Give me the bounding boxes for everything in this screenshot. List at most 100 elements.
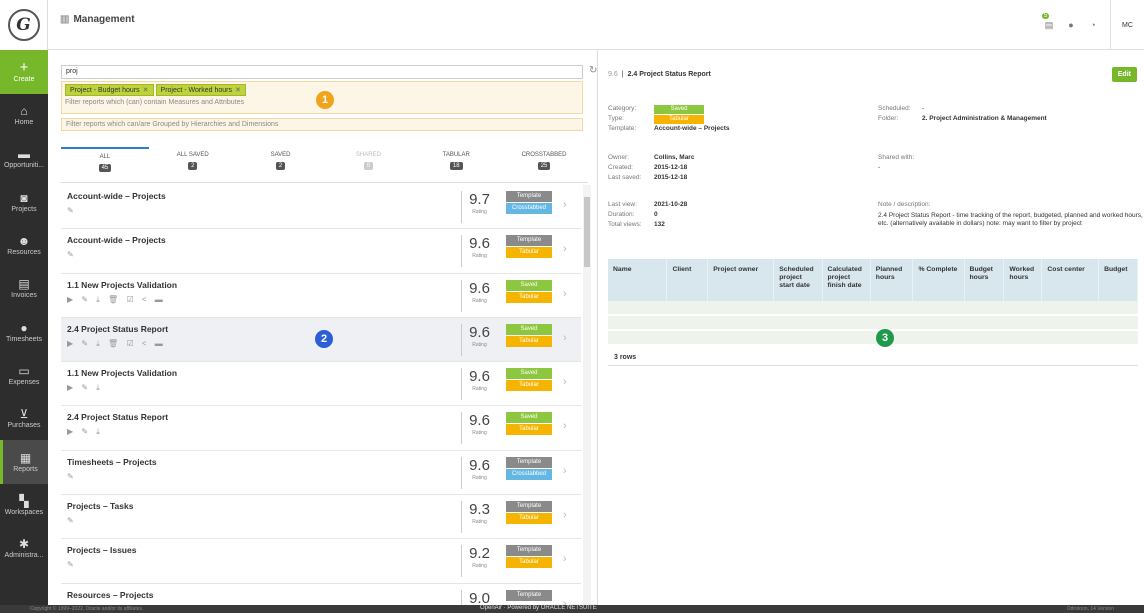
tab-crosstabbed[interactable]: CROSSTABBED 25 <box>500 147 588 182</box>
report-actions[interactable]: ▶ ✎ ⤓ <box>67 427 103 437</box>
report-name[interactable]: Resources – Projects <box>67 590 153 600</box>
report-name[interactable]: Projects – Issues <box>67 545 136 555</box>
chevron-right-icon[interactable]: › <box>563 199 567 211</box>
grouped-filter[interactable]: Filter reports which can/are Grouped by … <box>61 118 583 131</box>
report-actions[interactable]: ✎ <box>67 516 77 525</box>
footer-copyright: Copyright © 1999–2022, Oracle and/or its… <box>30 606 144 612</box>
rating: 9.6 Rating <box>461 412 497 445</box>
rating-value: 9.6 <box>469 368 490 386</box>
nav-item-timesheets[interactable]: ● Timesheets <box>0 310 48 353</box>
chevron-right-icon[interactable]: › <box>563 509 567 521</box>
grid-column-header[interactable]: Name <box>608 259 668 301</box>
footer-version: Odrotoon, 14 Version <box>1066 606 1114 612</box>
report-name[interactable]: 1.1 New Projects Validation <box>67 280 177 290</box>
report-actions[interactable]: ▶ ✎ ⤓ <box>67 383 103 393</box>
nav-icon: ◙ <box>20 190 28 205</box>
grid-column-header[interactable]: Client <box>667 259 709 301</box>
report-row[interactable]: Projects – Issues ✎ 9.2 Rating Template Tabul… <box>61 539 581 584</box>
report-type-tag: Tabular <box>506 380 552 392</box>
tab-tabular[interactable]: TABULAR 18 <box>412 147 500 182</box>
report-name[interactable]: 2.4 Project Status Report <box>67 412 168 422</box>
filter-chip[interactable]: Project - Budget hours ✕ <box>65 84 154 96</box>
chevron-right-icon[interactable]: › <box>563 376 567 388</box>
grid-column-header[interactable]: Cost center <box>1042 259 1100 301</box>
avatar[interactable]: MC <box>1110 0 1144 50</box>
grid-column-header[interactable]: % Complete <box>913 259 965 301</box>
rating-label: Rating <box>472 297 487 304</box>
nav-item-create[interactable]: + Create <box>0 50 48 94</box>
report-actions[interactable]: ✎ <box>67 472 77 481</box>
tab-all-saved[interactable]: ALL SAVED 2 <box>149 147 237 182</box>
nav-item-reports[interactable]: ▦ Reports <box>0 440 48 484</box>
nav-item-home[interactable]: ⌂ Home <box>0 94 48 137</box>
remove-chip-icon[interactable]: ✕ <box>143 87 149 94</box>
tab-shared[interactable]: SHARED 0 <box>324 147 412 182</box>
report-name[interactable]: 2.4 Project Status Report <box>67 324 168 334</box>
chevron-right-icon[interactable]: › <box>563 598 567 605</box>
scrollbar-thumb[interactable] <box>584 197 590 267</box>
report-actions[interactable]: ▶ ✎ ⤓ 🗑 ☑ < ▬ <box>67 339 166 349</box>
lightbulb-icon[interactable]: ● <box>1060 20 1082 30</box>
report-row[interactable]: Resources – Projects 9.0Rating Template › <box>61 583 581 605</box>
nav-item-expenses[interactable]: ▭ Expenses <box>0 354 48 397</box>
filter-chip[interactable]: Project - Worked hours ✕ <box>155 84 246 96</box>
remove-chip-icon[interactable]: ✕ <box>235 87 241 94</box>
nav-item-projects[interactable]: ◙ Projects <box>0 181 48 224</box>
nav-item-purchases[interactable]: ⊻ Purchases <box>0 397 48 440</box>
nav-item-resources[interactable]: ☻ Resources <box>0 224 48 267</box>
chevron-right-icon[interactable]: › <box>563 465 567 477</box>
report-actions[interactable]: ✎ <box>67 250 77 259</box>
report-row[interactable]: Timesheets – Projects ✎ 9.6 Rating Template C… <box>61 450 581 496</box>
report-icon: ▥ <box>60 14 70 25</box>
report-row[interactable]: 1.1 New Projects Validation ▶ ✎ ⤓ 🗑 ☑ < ▬… <box>61 273 581 318</box>
nav-item-workspaces[interactable]: ▚ Workspaces <box>0 484 48 527</box>
callout-3: 3 <box>876 329 894 347</box>
report-row[interactable]: 2.4 Project Status Report ▶ ✎ ⤓ 9.6 Rating S… <box>61 406 581 451</box>
grid-column-header[interactable]: Calculated project finish date <box>823 259 871 301</box>
grid-column-header[interactable]: Worked hours <box>1004 259 1043 301</box>
report-name[interactable]: Timesheets – Projects <box>67 457 157 467</box>
page-title: ▥ Management <box>60 14 135 25</box>
grid-column-header[interactable]: Planned hours <box>871 259 914 301</box>
refresh-icon[interactable]: ↻ <box>589 65 597 76</box>
report-name[interactable]: Account-wide – Projects <box>67 191 166 201</box>
report-detail-panel: 9.6 | 2.4 Project Status Report Edit Categ… <box>599 50 1144 605</box>
nav-item-administra[interactable]: ✱ Administra... <box>0 527 48 570</box>
grid-column-header[interactable]: Budget hours <box>965 259 1005 301</box>
report-actions[interactable]: ✎ <box>67 560 77 569</box>
timer-icon[interactable]: ◔ <box>1082 20 1104 30</box>
chevron-right-icon[interactable]: › <box>563 243 567 255</box>
edit-button[interactable]: Edit <box>1111 67 1137 82</box>
meta-block-5: Last view: 2021-10-28 Duration: 0 Total vi… <box>608 200 687 230</box>
nav-item-opportuniti[interactable]: ▬ Opportuniti... <box>0 137 48 180</box>
report-name[interactable]: Account-wide – Projects <box>67 235 166 245</box>
report-row[interactable]: Account-wide – Projects ✎ 9.6 Rating Templat… <box>61 229 581 274</box>
search-input[interactable]: proj <box>61 65 583 79</box>
nav-label: Home <box>14 119 34 127</box>
report-row[interactable]: 1.1 New Projects Validation ▶ ✎ ⤓ 9.6 Ratin… <box>61 362 581 407</box>
logo[interactable]: G <box>0 0 48 50</box>
report-actions[interactable]: ✎ <box>67 206 77 215</box>
chevron-right-icon[interactable]: › <box>563 420 567 432</box>
logo-mark: G <box>7 9 40 41</box>
report-list-panel: proj ↻ Project - Budget hours ✕ Project - … <box>48 50 598 605</box>
rating-label: Rating <box>472 209 487 215</box>
nav-item-invoices[interactable]: ▤ Invoices <box>0 267 48 310</box>
nav-icon: ● <box>20 320 28 335</box>
tab-label: TABULAR <box>442 152 470 158</box>
tab-all[interactable]: ALL 45 <box>61 147 149 182</box>
scrollbar[interactable] <box>583 185 591 605</box>
chevron-right-icon[interactable]: › <box>563 332 567 344</box>
report-name[interactable]: Projects – Tasks <box>67 501 133 511</box>
report-row[interactable]: Account-wide – Projects ✎ 9.7 Rating Templat… <box>61 185 581 230</box>
report-name[interactable]: 1.1 New Projects Validation <box>67 368 177 378</box>
tab-saved[interactable]: SAVED 2 <box>237 147 325 182</box>
report-row[interactable]: Projects – Tasks ✎ 9.3 Rating Template Tabula… <box>61 495 581 540</box>
chevron-right-icon[interactable]: › <box>563 553 567 565</box>
notifications-icon[interactable]: ▤ 5 <box>1038 12 1060 31</box>
grid-column-header[interactable]: Scheduled project start date <box>774 259 823 301</box>
report-actions[interactable]: ▶ ✎ ⤓ 🗑 ☑ < ▬ <box>67 295 166 305</box>
chevron-right-icon[interactable]: › <box>563 288 567 300</box>
grid-column-header[interactable]: Project owner <box>708 259 775 301</box>
grid-column-header[interactable]: Budget <box>1099 259 1138 301</box>
